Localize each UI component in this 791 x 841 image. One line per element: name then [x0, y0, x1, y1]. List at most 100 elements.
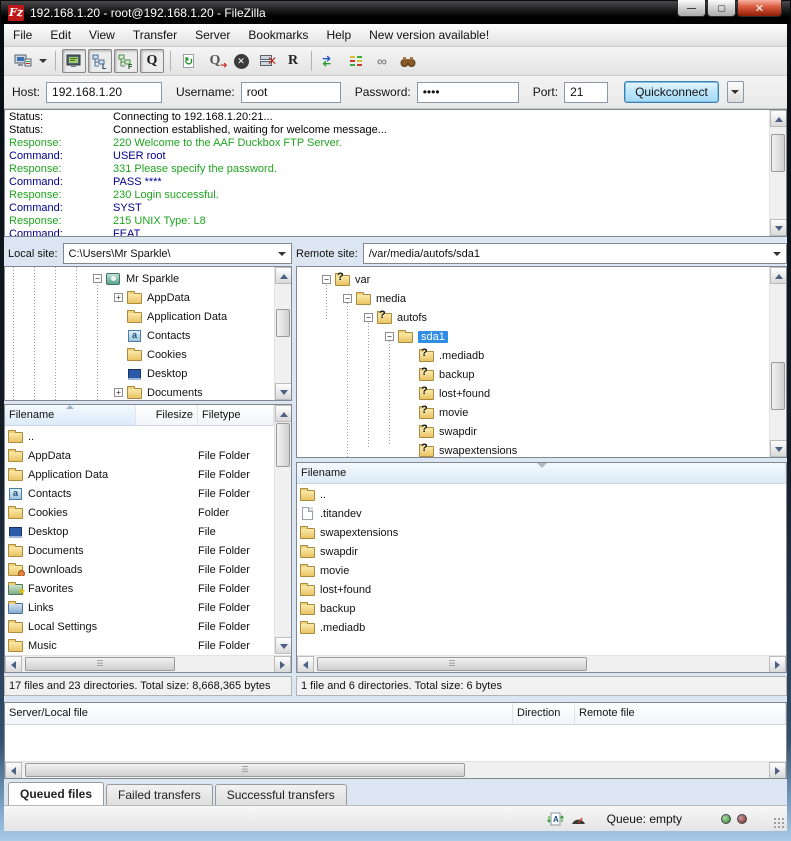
resize-grip[interactable] [773, 817, 785, 829]
queue-horizontal-scrollbar[interactable] [5, 761, 786, 778]
file-row[interactable]: movie [297, 561, 786, 580]
scroll-down-arrow[interactable] [770, 440, 787, 457]
title-bar[interactable]: Fz 192.168.1.20 - root@192.168.1.20 - Fi… [1, 1, 790, 24]
scroll-left-arrow[interactable] [5, 656, 22, 673]
minimize-button[interactable]: — [677, 0, 706, 17]
scroll-right-arrow[interactable] [769, 762, 786, 779]
file-row[interactable]: DesktopFile [5, 522, 274, 541]
password-input[interactable]: •••• [417, 82, 519, 103]
scroll-down-arrow[interactable] [770, 219, 787, 236]
directory-comparison-button[interactable] [344, 49, 368, 73]
maximize-button[interactable]: ▢ [707, 0, 736, 17]
process-queue-button[interactable]: Q➜ [203, 49, 227, 73]
quickconnect-dropdown-button[interactable] [727, 81, 744, 103]
local-tree-vertical-scrollbar[interactable] [274, 267, 291, 400]
disconnect-button[interactable]: ✕ [255, 49, 279, 73]
tab-successful-transfers[interactable]: Successful transfers [215, 784, 347, 805]
site-manager-button[interactable] [11, 49, 35, 73]
tree-item-lost-found[interactable]: ?lost+found [297, 384, 769, 403]
local-list-vertical-scrollbar[interactable] [274, 405, 291, 654]
menu-edit[interactable]: Edit [41, 24, 80, 46]
tree-item-media[interactable]: −media [297, 289, 769, 308]
column-header-filesize[interactable]: Filesize [136, 405, 198, 425]
file-row[interactable]: lost+found [297, 580, 786, 599]
file-row[interactable]: DownloadsFile Folder [5, 560, 274, 579]
toggle-queue-button[interactable]: Q [140, 49, 164, 73]
tree-item-sda1[interactable]: −sda1 [297, 327, 769, 346]
scrollbar-thumb[interactable] [25, 657, 175, 671]
scroll-down-arrow[interactable] [275, 637, 292, 654]
file-row[interactable]: backup [297, 599, 786, 618]
synchronized-browsing-button[interactable]: ∞ [370, 49, 394, 73]
remote-tree-vertical-scrollbar[interactable] [769, 267, 786, 457]
tree-expander[interactable]: − [343, 294, 352, 303]
scroll-up-arrow[interactable] [275, 267, 292, 284]
scroll-left-arrow[interactable] [297, 656, 314, 673]
reconnect-button[interactable]: R [281, 49, 305, 73]
tree-item-var[interactable]: −?var [297, 270, 769, 289]
tree-item-appdata[interactable]: +AppData [5, 288, 274, 307]
menu-server[interactable]: Server [186, 24, 239, 46]
find-files-button[interactable] [396, 49, 420, 73]
file-row[interactable]: Application DataFile Folder [5, 465, 274, 484]
combo-dropdown-button[interactable] [769, 245, 785, 262]
scrollbar-thumb[interactable] [317, 657, 587, 671]
menu-view[interactable]: View [80, 24, 124, 46]
file-row[interactable]: swapdir [297, 542, 786, 561]
tree-item-swapextensions[interactable]: ?swapextensions [297, 441, 769, 457]
tree-item-cookies[interactable]: Cookies [5, 345, 274, 364]
tree-item-application-data[interactable]: Application Data [5, 307, 274, 326]
menu-help[interactable]: Help [317, 24, 360, 46]
remote-list-horizontal-scrollbar[interactable] [297, 655, 786, 672]
cancel-button[interactable]: ✕ [229, 49, 253, 73]
local-list-horizontal-scrollbar[interactable] [5, 655, 291, 672]
file-row[interactable]: swapextensions [297, 523, 786, 542]
transfer-type-icon[interactable]: A [547, 811, 564, 827]
menu-bookmarks[interactable]: Bookmarks [239, 24, 317, 46]
combo-dropdown-button[interactable] [274, 245, 290, 262]
column-header-remote-file[interactable]: Remote file [575, 703, 786, 724]
file-row[interactable]: AppDataFile Folder [5, 446, 274, 465]
tree-item-mediadb[interactable]: ?.mediadb [297, 346, 769, 365]
scroll-up-arrow[interactable] [275, 405, 292, 422]
local-site-combo[interactable]: C:\Users\Mr Sparkle\ [63, 243, 292, 264]
toggle-local-tree-button[interactable]: L [88, 49, 112, 73]
column-header-direction[interactable]: Direction [513, 703, 575, 724]
menu-file[interactable]: File [4, 24, 41, 46]
file-row[interactable]: CookiesFolder [5, 503, 274, 522]
scrollbar-thumb[interactable] [771, 134, 785, 172]
file-row[interactable]: .titandev [297, 504, 786, 523]
scroll-right-arrow[interactable] [769, 656, 786, 673]
tree-expander[interactable]: − [322, 275, 331, 284]
column-header-server-local-file[interactable]: Server/Local file [5, 703, 513, 724]
scroll-up-arrow[interactable] [770, 110, 787, 127]
scrollbar-thumb[interactable] [276, 309, 290, 337]
log-vertical-scrollbar[interactable] [769, 110, 786, 236]
scroll-up-arrow[interactable] [770, 267, 787, 284]
tab-failed-transfers[interactable]: Failed transfers [106, 784, 213, 805]
tree-item-swapdir[interactable]: ?swapdir [297, 422, 769, 441]
username-input[interactable]: root [241, 82, 341, 103]
tree-item-backup[interactable]: ?backup [297, 365, 769, 384]
scroll-left-arrow[interactable] [5, 762, 22, 779]
tree-item-autofs[interactable]: −?autofs [297, 308, 769, 327]
tree-item-contacts[interactable]: Contacts [5, 326, 274, 345]
column-header-filename[interactable]: Filename [5, 405, 136, 425]
tree-expander[interactable]: − [93, 274, 102, 283]
scrollbar-thumb[interactable] [25, 763, 465, 777]
menu-transfer[interactable]: Transfer [124, 24, 186, 46]
file-row[interactable]: MusicFile Folder [5, 636, 274, 654]
file-row[interactable]: DocumentsFile Folder [5, 541, 274, 560]
toggle-remote-tree-button[interactable]: F [114, 49, 138, 73]
file-row[interactable]: LinksFile Folder [5, 598, 274, 617]
tree-expander[interactable]: + [114, 293, 123, 302]
file-row[interactable]: .. [5, 427, 274, 446]
transfer-files-button[interactable]: ➜➜ [318, 49, 342, 73]
port-input[interactable]: 21 [564, 82, 608, 103]
remote-site-combo[interactable]: /var/media/autofs/sda1 [363, 243, 787, 264]
site-manager-dropdown-button[interactable] [37, 49, 49, 73]
close-button[interactable]: ✕ [737, 0, 782, 17]
splitter-collapse-icon[interactable] [537, 463, 547, 468]
column-header-filetype[interactable]: Filetype [198, 405, 274, 425]
tree-expander[interactable]: − [385, 332, 394, 341]
